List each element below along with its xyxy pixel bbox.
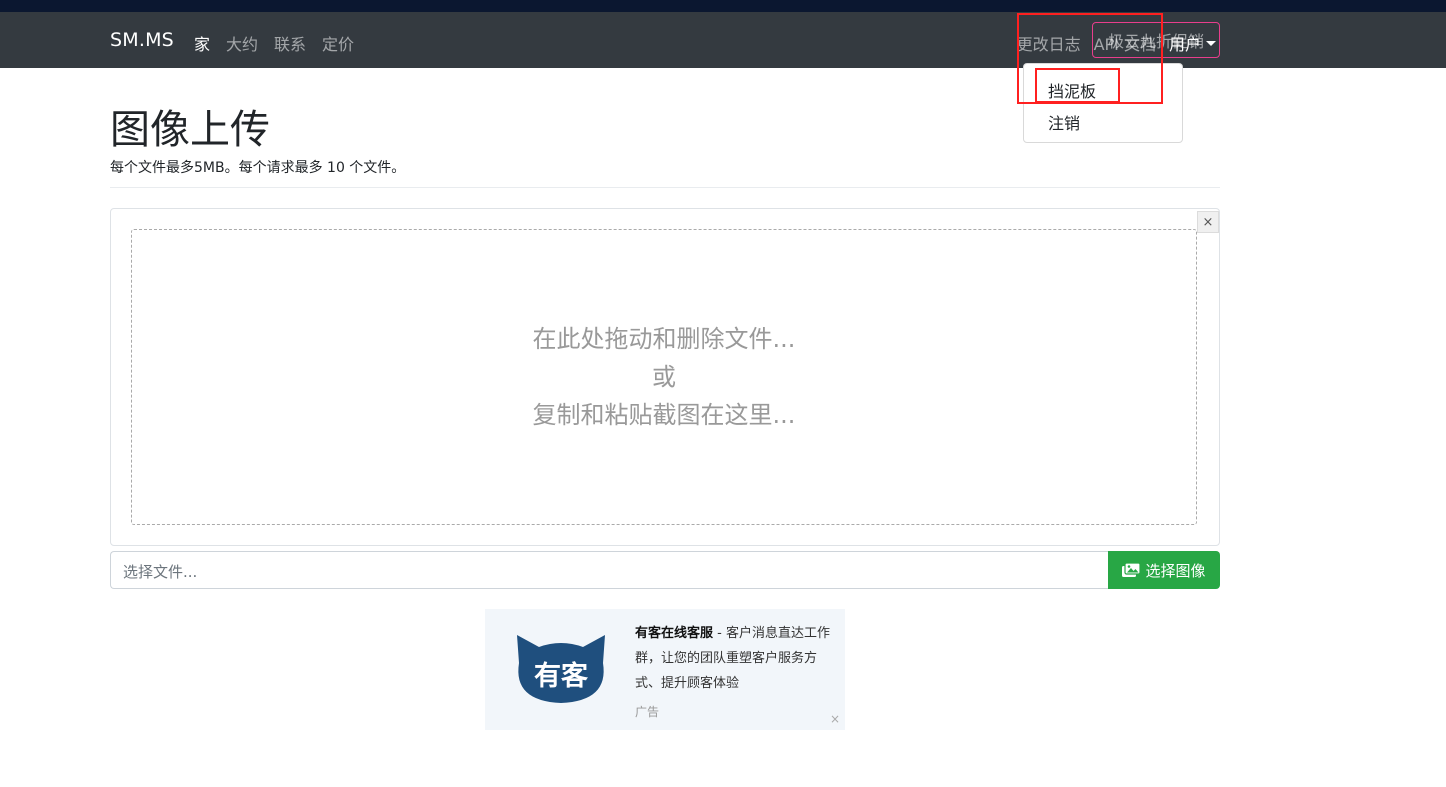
page-title: 图像上传 [110, 107, 270, 153]
ad-close-icon[interactable]: × [830, 712, 840, 726]
brand-logo[interactable]: SM.MS [110, 29, 174, 51]
close-icon[interactable]: × [1197, 211, 1219, 233]
images-icon [1122, 562, 1142, 577]
file-input-placeholder: 选择文件... [123, 563, 198, 581]
nav-left: 家 大约 联系 定价 [194, 31, 354, 55]
nav-contact[interactable]: 联系 [274, 31, 306, 55]
page-subtitle: 每个文件最多5MB。每个请求最多 10 个文件。 [110, 160, 406, 176]
ad-headline[interactable]: 有客在线客服 [635, 626, 713, 641]
dropzone-line-or: 或 [652, 363, 676, 391]
nav-about[interactable]: 大约 [226, 31, 258, 55]
ad-label: 广告 [635, 705, 660, 719]
select-image-button[interactable]: 选择图像 [1108, 551, 1220, 589]
select-image-label: 选择图像 [1145, 561, 1206, 580]
ad-logo-text: 有客 [534, 660, 589, 692]
navbar: SM.MS 家 大约 联系 定价 更改日志 API 文档 用户 极云九折促销 [0, 12, 1446, 68]
ad-logo-cat-icon: 有客 [513, 633, 609, 709]
nav-home[interactable]: 家 [194, 31, 210, 55]
dropdown-item-logout[interactable]: 注销 [1048, 110, 1080, 134]
dropzone-line-drag: 在此处拖动和删除文件... [532, 325, 796, 353]
divider [110, 187, 1220, 188]
ad-banner[interactable]: 有客 有客在线客服 - 客户消息直达工作群，让您的团队重塑客户服务方式、提升顾客… [485, 609, 845, 730]
upload-card: × 在此处拖动和删除文件... 或 复制和粘贴截图在这里... [110, 208, 1220, 546]
file-input[interactable]: 选择文件... [110, 551, 1109, 589]
window-top-strip [0, 0, 1446, 12]
highlight-box-dashboard [1035, 68, 1120, 103]
nav-pricing[interactable]: 定价 [322, 31, 354, 55]
dropzone[interactable]: 在此处拖动和删除文件... 或 复制和粘贴截图在这里... [131, 229, 1197, 525]
ad-text: 有客在线客服 - 客户消息直达工作群，让您的团队重塑客户服务方式、提升顾客体验 [635, 621, 835, 696]
dropzone-line-paste: 复制和粘贴截图在这里... [532, 401, 796, 429]
